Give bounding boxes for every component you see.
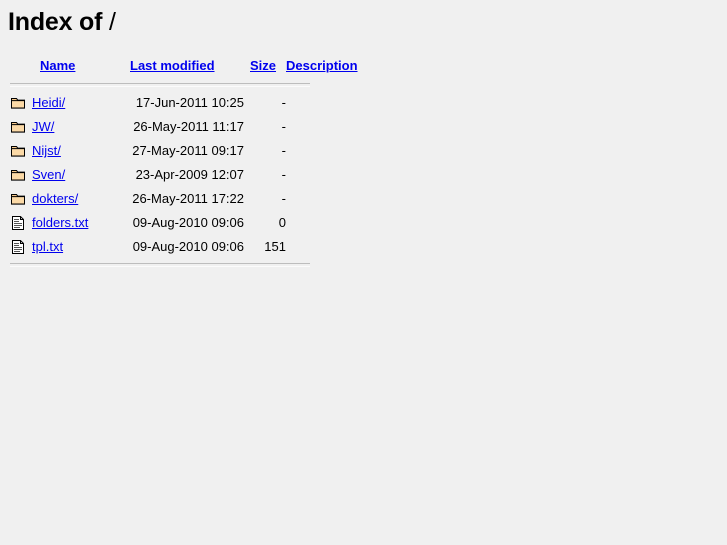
page-title-path: /: [109, 8, 116, 36]
row-last-modified-cell: 23-Apr-2009 12:07: [135, 167, 244, 183]
table-header-row: Name Last modified Size Description: [10, 55, 366, 79]
row-size-cell: 151: [264, 239, 286, 255]
row-description-cell: [286, 115, 366, 139]
row-description-cell: [286, 163, 366, 187]
row-name-cell: Nijst/: [32, 139, 118, 163]
table-row: folders.txt 09-Aug-2010 09:06 0: [10, 211, 366, 235]
table-row: dokters/26-May-2011 17:22 -: [10, 187, 366, 211]
row-size-cell: 0: [278, 215, 286, 231]
row-last-modified-cell: 26-May-2011 17:22: [132, 191, 244, 207]
row-name-cell: Sven/: [32, 163, 118, 187]
row-last-modified-cell: 09-Aug-2010 09:06: [132, 239, 244, 255]
row-description-cell: [286, 91, 366, 115]
horizontal-rule-top: [10, 82, 310, 87]
page-title-prefix: Index of: [8, 8, 103, 36]
entry-link[interactable]: Sven/: [32, 167, 65, 182]
document-icon: [10, 239, 26, 255]
row-icon-cell: [10, 139, 32, 163]
row-description-cell: [286, 235, 366, 259]
row-description-cell: [286, 139, 366, 163]
table-row: Nijst/27-May-2011 09:17 -: [10, 139, 366, 163]
row-name-cell: tpl.txt: [32, 235, 118, 259]
row-size-cell: -: [281, 191, 286, 207]
row-last-modified-cell: 27-May-2011 09:17: [132, 143, 244, 159]
header-icon-spacer: [10, 55, 32, 79]
row-last-modified-cell: 09-Aug-2010 09:06: [132, 215, 244, 231]
directory-index-page: Index of / Name Last modified Size Descr…: [0, 0, 727, 545]
table-row: JW/26-May-2011 11:17 -: [10, 115, 366, 139]
row-icon-cell: [10, 115, 32, 139]
column-header-size: Size: [250, 55, 286, 79]
entry-link[interactable]: dokters/: [32, 191, 78, 206]
sort-by-size-link[interactable]: Size: [250, 58, 276, 73]
entry-link[interactable]: folders.txt: [32, 215, 88, 230]
row-size-cell: -: [281, 143, 286, 159]
column-header-description: Description: [286, 55, 366, 79]
sort-by-description-link[interactable]: Description: [286, 58, 358, 73]
row-name-cell: Heidi/: [32, 91, 118, 115]
footer-separator-row: [10, 259, 366, 271]
table-row: Heidi/17-Jun-2011 10:25 -: [10, 91, 366, 115]
column-header-last-modified: Last modified: [118, 55, 250, 79]
row-last-modified-cell: 17-Jun-2011 10:25: [135, 95, 244, 111]
folder-icon: [10, 119, 26, 135]
row-size-cell: -: [281, 167, 286, 183]
entry-link[interactable]: JW/: [32, 119, 54, 134]
table-row: Sven/23-Apr-2009 12:07 -: [10, 163, 366, 187]
folder-icon: [10, 95, 26, 111]
sort-by-last-modified-link[interactable]: Last modified: [130, 58, 215, 73]
row-icon-cell: [10, 163, 32, 187]
folder-icon: [10, 143, 26, 159]
row-icon-cell: [10, 211, 32, 235]
folder-icon: [10, 191, 26, 207]
header-separator-row: [10, 79, 366, 91]
row-size-cell: -: [281, 95, 286, 111]
entry-link[interactable]: Heidi/: [32, 95, 65, 110]
header-separator-cell: [10, 79, 366, 91]
horizontal-rule-bottom: [10, 262, 310, 267]
row-icon-cell: [10, 91, 32, 115]
entry-link[interactable]: tpl.txt: [32, 239, 63, 254]
table-row: tpl.txt 09-Aug-2010 09:06 151: [10, 235, 366, 259]
row-last-modified-cell: 26-May-2011 11:17: [133, 119, 244, 135]
row-name-cell: dokters/: [32, 187, 118, 211]
directory-listing-table: Name Last modified Size Description Heid…: [10, 55, 366, 271]
row-description-cell: [286, 211, 366, 235]
row-name-cell: folders.txt: [32, 211, 118, 235]
directory-listing-body: Heidi/17-Jun-2011 10:25- JW/26-May-2011 1…: [10, 91, 366, 259]
entry-link[interactable]: Nijst/: [32, 143, 61, 158]
footer-separator-cell: [10, 259, 366, 271]
row-description-cell: [286, 187, 366, 211]
row-size-cell: -: [281, 119, 286, 135]
column-header-name: Name: [32, 55, 118, 79]
row-icon-cell: [10, 235, 32, 259]
document-icon: [10, 215, 26, 231]
row-icon-cell: [10, 187, 32, 211]
page-title: Index of /: [8, 8, 719, 37]
sort-by-name-link[interactable]: Name: [40, 58, 75, 73]
row-name-cell: JW/: [32, 115, 118, 139]
folder-icon: [10, 167, 26, 183]
